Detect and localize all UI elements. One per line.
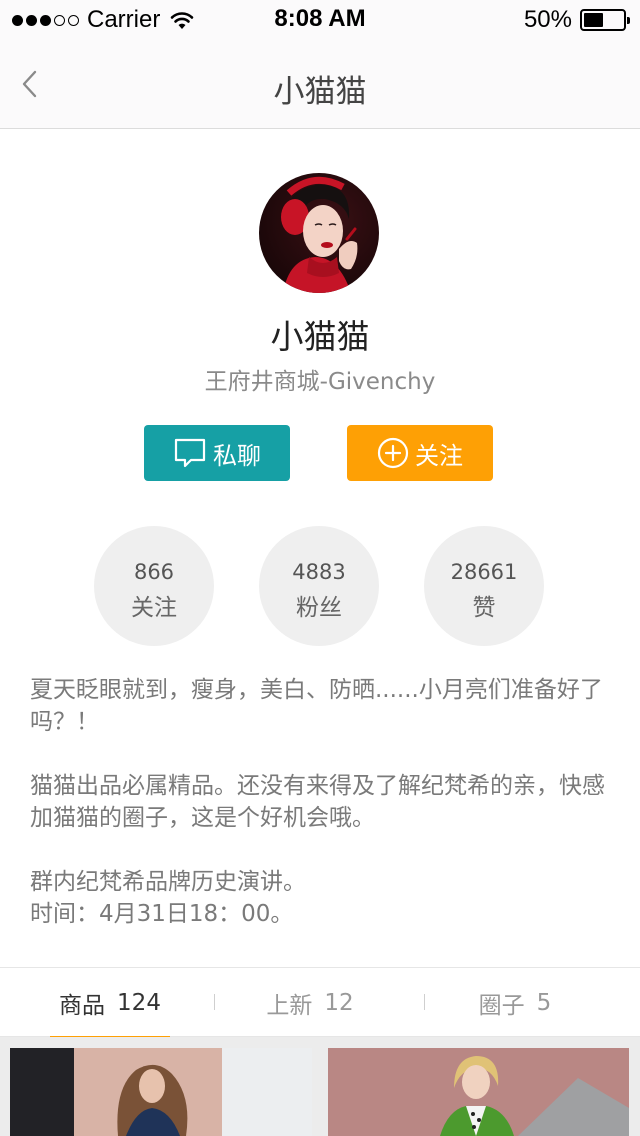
product-card[interactable] bbox=[328, 1048, 629, 1136]
tab-divider bbox=[424, 994, 425, 1010]
battery-icon bbox=[580, 9, 630, 31]
battery-level bbox=[584, 13, 603, 27]
bio-paragraph-3: 群内纪梵希品牌历史演讲。 bbox=[30, 869, 306, 895]
stat-following-label: 关注 bbox=[131, 595, 177, 621]
bio-paragraph-1: 夏天眨眼就到，瘦身，美白、防晒......小月亮们准备好了吗？！ bbox=[30, 677, 603, 735]
profile-name: 小猫猫 bbox=[270, 317, 370, 356]
tab-circles-label: 圈子 bbox=[478, 993, 525, 1019]
tab-divider bbox=[214, 994, 215, 1010]
plus-circle-icon bbox=[377, 437, 409, 469]
tab-new-arrivals-label: 上新 bbox=[266, 993, 313, 1019]
avatar-image bbox=[259, 173, 379, 293]
page-title: 小猫猫 bbox=[273, 74, 367, 110]
status-right: 50% bbox=[523, 6, 630, 34]
tab-new-arrivals[interactable]: 上新 12 bbox=[250, 968, 370, 1038]
stat-likes-value: 28661 bbox=[450, 560, 518, 584]
signal-strength-icon bbox=[12, 14, 79, 26]
bio-paragraph-2: 猫猫出品必属精品。还没有来得及了解纪梵希的亲，快感加猫猫的圈子，这是个好机会哦。 bbox=[30, 773, 605, 831]
content-tabs: 商品 124 上新 12 圈子 5 bbox=[0, 967, 640, 1039]
tab-circles-count: 5 bbox=[536, 990, 552, 1016]
tab-circles[interactable]: 圈子 5 bbox=[455, 968, 575, 1038]
tab-products[interactable]: 商品 124 bbox=[50, 968, 170, 1039]
bio-paragraph-4: 时间：4月31日18：00。 bbox=[30, 901, 294, 927]
stat-likes[interactable]: 28661 赞 bbox=[424, 526, 544, 646]
profile-bio: 夏天眨眼就到，瘦身，美白、防晒......小月亮们准备好了吗？！ 猫猫出品必属精… bbox=[30, 674, 620, 930]
status-left: Carrier bbox=[12, 6, 196, 34]
private-chat-button[interactable]: 私聊 bbox=[144, 425, 290, 481]
nav-bar: 小猫猫 bbox=[0, 40, 640, 129]
product-card[interactable] bbox=[10, 1048, 312, 1136]
tab-new-arrivals-count: 12 bbox=[324, 990, 354, 1016]
stat-fans-value: 4883 bbox=[292, 560, 346, 584]
product-image bbox=[328, 1048, 629, 1136]
wifi-icon bbox=[171, 12, 194, 29]
battery-percentage: 50% bbox=[523, 6, 572, 33]
follow-button[interactable]: 关注 bbox=[347, 425, 493, 481]
avatar[interactable] bbox=[259, 173, 379, 293]
follow-label: 关注 bbox=[415, 441, 463, 470]
stat-likes-label: 赞 bbox=[472, 595, 496, 621]
stat-following-value: 866 bbox=[133, 560, 175, 584]
profile-subtitle: 王府井商城-Givenchy bbox=[204, 369, 436, 395]
tab-products-label: 商品 bbox=[59, 993, 106, 1019]
tab-products-count: 124 bbox=[117, 990, 161, 1016]
chat-bubble-icon bbox=[173, 437, 207, 469]
stat-fans[interactable]: 4883 粉丝 bbox=[259, 526, 379, 646]
product-image bbox=[10, 1048, 312, 1136]
stat-following[interactable]: 866 关注 bbox=[94, 526, 214, 646]
private-chat-label: 私聊 bbox=[213, 441, 261, 470]
carrier-name: Carrier bbox=[87, 6, 161, 33]
status-bar: Carrier 8:08 AM 50% bbox=[0, 0, 640, 40]
stat-fans-label: 粉丝 bbox=[296, 595, 342, 621]
product-grid bbox=[0, 1037, 640, 1136]
